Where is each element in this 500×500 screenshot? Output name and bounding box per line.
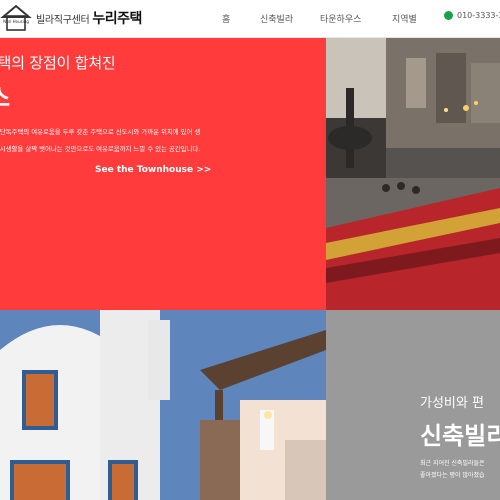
- phone-contact[interactable]: 010-3333-3: [444, 11, 500, 20]
- new-villa-subtitle: 가성비와 편: [420, 396, 484, 411]
- townhouse-subtitle: 주택의 장점이 합쳐진: [0, 54, 116, 72]
- white-house-image: [0, 310, 326, 500]
- site-logo[interactable]: Nuri Housing 빌라직구센터 누리주택: [0, 2, 142, 34]
- logo-subtitle: 빌라직구센터: [36, 14, 90, 26]
- townhouse-description-line2: 한 도시생활을 살짝 벗어나는 것만으로도 여유로움까지 느낄 수 있는 공간입…: [0, 145, 201, 153]
- new-villa-title: 신축빌리: [420, 422, 500, 450]
- logo-name: 누리주택: [92, 11, 142, 27]
- city-street-photo: [326, 38, 500, 310]
- see-townhouse-link[interactable]: See the Townhouse >>: [95, 165, 211, 175]
- house-logo-icon: Nuri Housing: [0, 2, 32, 34]
- new-villa-description: 최근 지어진 신축빌라들은 좋아졌다는 평이 많아졌습: [420, 458, 500, 482]
- nav-item-new-villa[interactable]: 신축빌라: [260, 12, 293, 25]
- townhouse-description-line1: 점과 단독주택의 여유로움을 두루 갖춘 주택으로 신도시와 가까운 위치에 있…: [0, 128, 201, 136]
- townhouse-description: 점과 단독주택의 여유로움을 두루 갖춘 주택으로 신도시와 가까운 위치에 있…: [0, 124, 286, 158]
- nav-item-townhouse[interactable]: 타운하우스: [320, 12, 361, 25]
- nav-item-home[interactable]: 홈: [222, 12, 230, 25]
- site-header: Nuri Housing 빌라직구센터 누리주택 홈 신축빌라 타운하우스 지역…: [0, 0, 500, 38]
- new-villa-section: 가성비와 편 신축빌리 최근 지어진 신축빌라들은 좋아졌다는 평이 많아졌습: [326, 310, 500, 500]
- white-house-photo: [0, 310, 326, 500]
- townhouse-section: 주택의 장점이 합쳐진 스 점과 단독주택의 여유로움을 두루 갖춘 주택으로 …: [0, 38, 326, 310]
- logo-badge: Nuri Housing: [3, 19, 29, 24]
- nav-item-region[interactable]: 지역별: [392, 12, 417, 25]
- phone-icon: [444, 11, 453, 20]
- townhouse-title: 스: [0, 78, 10, 113]
- new-villa-description-line1: 최근 지어진 신축빌라들은: [420, 460, 485, 467]
- new-villa-description-line2: 좋아졌다는 평이 많아졌습: [420, 472, 485, 479]
- city-street-image: [326, 38, 500, 310]
- phone-number: 010-3333-3: [457, 11, 500, 20]
